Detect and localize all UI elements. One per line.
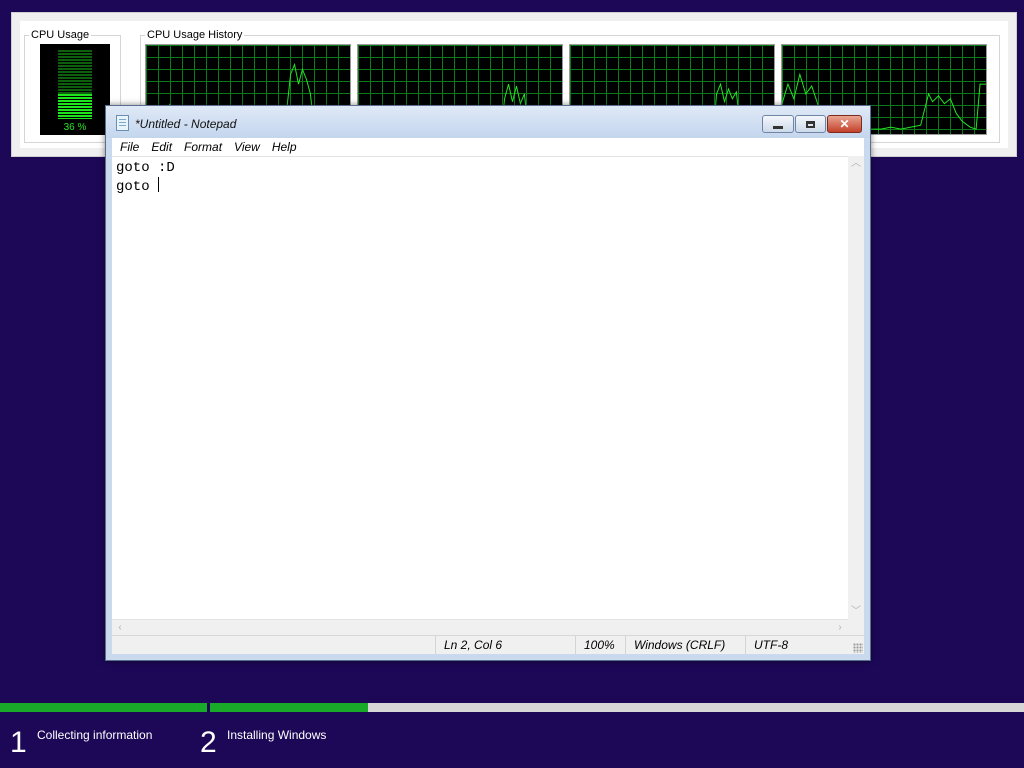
resize-grip-icon[interactable] <box>853 643 863 653</box>
notepad-icon <box>116 115 129 131</box>
minimize-icon <box>773 125 783 129</box>
cpu-meter-fill <box>58 94 92 119</box>
status-encoding: UTF-8 <box>745 636 855 654</box>
step-1-label: Collecting information <box>37 728 153 742</box>
status-zoom: 100% <box>575 636 625 654</box>
menu-help[interactable]: Help <box>266 140 303 154</box>
notepad-client: File Edit Format View Help goto :D goto … <box>112 138 864 654</box>
notepad-window[interactable]: *Untitled - Notepad ✕ File Edit Format V… <box>105 105 871 661</box>
cpu-usage-meter: 36 % <box>40 44 110 135</box>
maximize-icon <box>806 120 815 128</box>
cpu-usage-history-title: CPU Usage History <box>145 29 245 41</box>
scroll-right-icon[interactable]: › <box>832 620 848 636</box>
editor-line-2: goto <box>112 177 848 196</box>
cpu-usage-percent: 36 % <box>63 122 87 133</box>
progress-segment-2 <box>210 703 368 712</box>
maximize-button[interactable] <box>795 115 826 133</box>
menu-file[interactable]: File <box>114 140 145 154</box>
step-2-number: 2 <box>200 726 217 759</box>
horizontal-scrollbar[interactable]: ‹ › <box>112 619 848 636</box>
status-bar: Ln 2, Col 6 100% Windows (CRLF) UTF-8 <box>112 635 864 654</box>
status-cursor-position: Ln 2, Col 6 <box>435 636 575 654</box>
minimize-button[interactable] <box>762 115 794 133</box>
notepad-titlebar[interactable]: *Untitled - Notepad ✕ <box>106 106 870 138</box>
editor-line-2-text: goto <box>116 179 159 195</box>
cpu-usage-title: CPU Usage <box>29 29 92 41</box>
editor-line-1: goto :D <box>116 160 175 176</box>
menu-format[interactable]: Format <box>178 140 228 154</box>
menu-edit[interactable]: Edit <box>145 140 178 154</box>
scroll-left-icon[interactable]: ‹ <box>112 620 128 636</box>
vertical-scrollbar[interactable]: ︿ ﹀ <box>848 156 864 620</box>
menu-bar: File Edit Format View Help <box>112 138 864 156</box>
scroll-down-icon[interactable]: ﹀ <box>848 604 864 620</box>
text-caret <box>158 177 160 192</box>
setup-progress-bar <box>0 703 1024 712</box>
scrollbar-corner <box>848 620 864 636</box>
progress-segment-1 <box>0 703 207 712</box>
close-icon: ✕ <box>839 117 850 131</box>
status-line-endings: Windows (CRLF) <box>625 636 745 654</box>
menu-view[interactable]: View <box>228 140 266 154</box>
step-1-number: 1 <box>10 726 27 759</box>
window-title: *Untitled - Notepad <box>135 117 237 131</box>
scroll-up-icon[interactable]: ︿ <box>848 156 864 172</box>
close-button[interactable]: ✕ <box>827 115 862 133</box>
text-editor[interactable]: goto :D goto <box>112 156 848 620</box>
step-2-label: Installing Windows <box>227 728 327 742</box>
